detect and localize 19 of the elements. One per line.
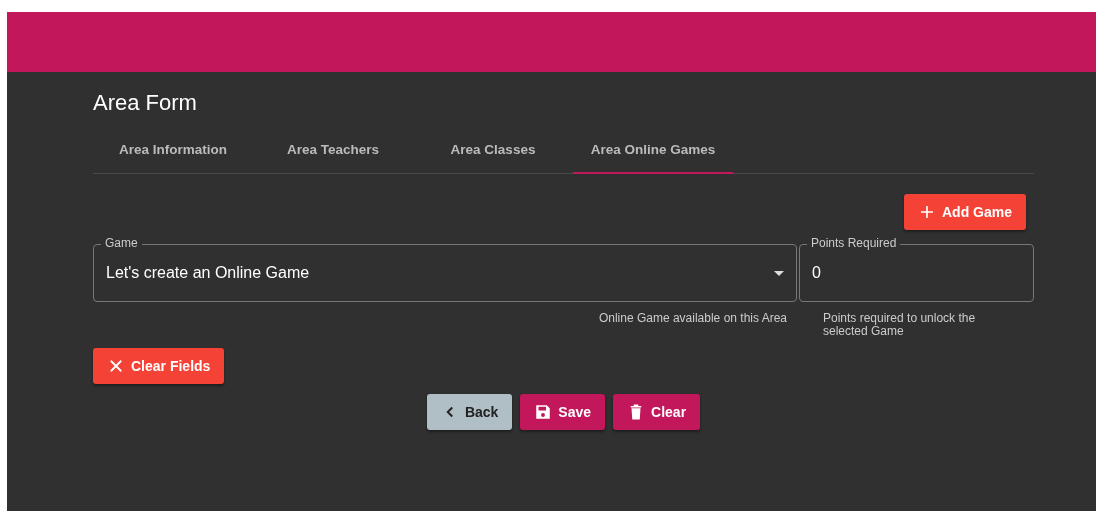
plus-icon	[918, 203, 936, 221]
field-value: 0	[812, 264, 822, 282]
back-button[interactable]: Back	[426, 394, 513, 430]
field-hint: Online Game available on this Area	[598, 312, 788, 325]
clear-fields-button[interactable]: Clear Fields	[93, 348, 225, 384]
tab[interactable]: Area Teachers	[253, 126, 413, 174]
add-game-button[interactable]: Add Game	[904, 194, 1026, 230]
save-button[interactable]: Save	[520, 394, 606, 430]
field-label: Game	[101, 236, 142, 250]
field-label: Points Required	[807, 236, 901, 250]
clear-button[interactable]: Clear	[613, 394, 701, 430]
tab[interactable]: Area Classes	[413, 126, 573, 174]
page-title: Area Form	[93, 90, 198, 116]
field-value: Let's create an Online Game	[106, 264, 311, 282]
dropdown-caret-icon	[774, 270, 784, 276]
close-icon	[107, 357, 125, 375]
field-hint: Points required to unlock the selected Game	[822, 312, 977, 338]
tab[interactable]: Area Online Games	[573, 126, 733, 174]
tab[interactable]: Area Information	[93, 126, 253, 174]
